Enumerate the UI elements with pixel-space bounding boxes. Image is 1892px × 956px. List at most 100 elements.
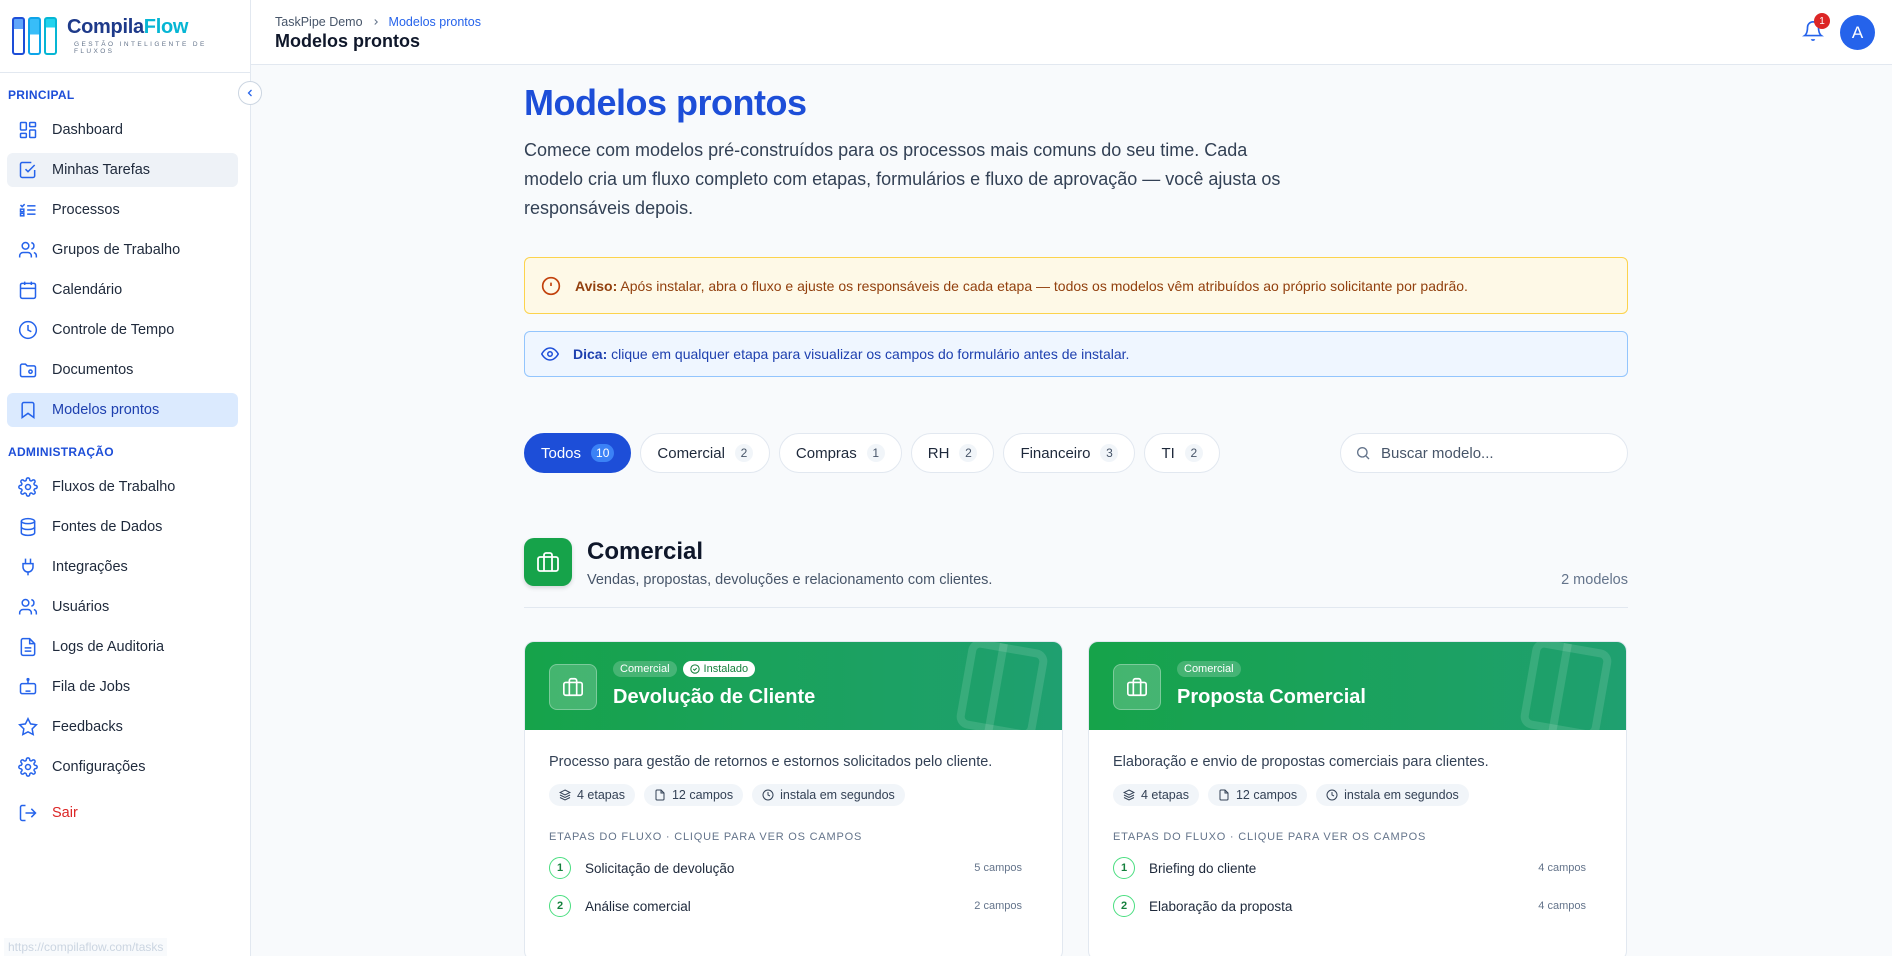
sidebar-item-label: Logs de Auditoria	[52, 639, 165, 655]
file-icon	[655, 789, 665, 801]
filter-financeiro[interactable]: Financeiro 3	[1003, 433, 1136, 473]
sidebar-item-modelos-prontos[interactable]: Modelos prontos	[7, 393, 238, 427]
gear-icon	[18, 477, 38, 497]
step-number: 2	[1113, 895, 1135, 917]
fields-count: 12 campos	[671, 788, 734, 802]
sidebar-item-integracoes[interactable]: Integrações	[7, 550, 238, 584]
database-icon	[20, 517, 36, 537]
breadcrumb: TaskPipe Demo Modelos prontos	[275, 15, 481, 29]
alert-circle-icon	[541, 276, 561, 295]
sidebar-item-controle-tempo[interactable]: Controle de Tempo	[7, 313, 238, 347]
category-tag: Comercial	[1177, 661, 1241, 677]
filter-count: 2	[1184, 444, 1203, 462]
flow-step[interactable]: 2 Elaboração da proposta 4 campos	[1113, 893, 1602, 919]
brand[interactable]: CompilaFlow GESTÃO INTELIGENTE DE FLUXOS	[0, 0, 250, 73]
step-name: Análise comercial	[585, 898, 691, 914]
star-icon	[18, 717, 38, 736]
logout-button[interactable]: Sair	[7, 796, 238, 830]
page-header-title: Modelos prontos	[275, 31, 420, 51]
users-icon	[18, 598, 38, 615]
sidebar-item-label: Configurações	[52, 759, 146, 775]
sidebar-item-usuarios[interactable]: Usuários	[7, 590, 238, 624]
card-description: Processo para gestão de retornos e estor…	[549, 754, 993, 770]
eye-icon	[541, 347, 559, 361]
filter-ti[interactable]: TI 2	[1144, 433, 1220, 473]
avatar[interactable]: A	[1840, 15, 1875, 50]
users-icon	[18, 241, 38, 258]
sidebar-item-feedbacks[interactable]: Feedbacks	[7, 710, 238, 744]
logo-icon	[12, 17, 57, 55]
sidebar-item-logs[interactable]: Logs de Auditoria	[7, 630, 238, 664]
sidebar-item-processos[interactable]: Processos	[7, 193, 238, 227]
filter-label: Todos	[541, 444, 582, 462]
filter-label: Financeiro	[1020, 444, 1091, 462]
filter-label: Comercial	[657, 444, 725, 462]
sidebar-item-label: Fontes de Dados	[52, 519, 163, 535]
sidebar-item-label: Processos	[52, 202, 120, 218]
filter-label: Compras	[795, 444, 857, 462]
notification-badge: 1	[1814, 13, 1830, 29]
sidebar-item-documentos[interactable]: Documentos	[7, 353, 238, 387]
file-icon	[1219, 789, 1229, 801]
step-number: 1	[1113, 857, 1135, 879]
category-count: 2 modelos	[1561, 572, 1628, 588]
sidebar-item-fluxos[interactable]: Fluxos de Trabalho	[7, 470, 238, 504]
filter-label: RH	[927, 444, 950, 462]
installed-badge: Instalado	[682, 661, 756, 677]
flow-label: ETAPAS DO FLUXO · CLIQUE PARA VER OS CAM…	[549, 831, 863, 843]
breadcrumb-current: Modelos prontos	[388, 15, 481, 29]
sidebar-item-label: Controle de Tempo	[52, 322, 175, 338]
breadcrumb-root[interactable]: TaskPipe Demo	[275, 15, 363, 29]
filter-count: 2	[959, 444, 978, 462]
steps-count: 4 etapas	[577, 788, 625, 802]
filter-rh[interactable]: RH 2	[910, 433, 995, 473]
category-tag: Comercial	[613, 661, 677, 677]
step-fields: 4 campos	[1538, 862, 1586, 874]
check-circle-icon	[689, 664, 700, 674]
step-name: Solicitação de devolução	[585, 860, 735, 876]
collapse-sidebar-button[interactable]	[238, 81, 262, 105]
sidebar-item-minhas-tarefas[interactable]: Minhas Tarefas	[7, 153, 238, 187]
filter-count: 2	[734, 444, 753, 462]
brand-tagline: GESTÃO INTELIGENTE DE FLUXOS	[67, 40, 250, 56]
calendar-icon	[19, 281, 37, 300]
card-title: Devolução de Cliente	[613, 686, 816, 708]
sidebar-item-fila-jobs[interactable]: Fila de Jobs	[7, 670, 238, 704]
sidebar-item-label: Feedbacks	[52, 719, 123, 735]
search-input[interactable]	[1381, 444, 1611, 462]
checkbox-icon	[19, 161, 36, 179]
flow-step[interactable]: 2 Análise comercial 2 campos	[549, 893, 1038, 919]
sidebar-item-calendario[interactable]: Calendário	[7, 273, 238, 307]
sidebar-item-fontes-dados[interactable]: Fontes de Dados	[7, 510, 238, 544]
flow-label: ETAPAS DO FLUXO · CLIQUE PARA VER OS CAM…	[1113, 831, 1427, 843]
main-content: Modelos prontos Comece com modelos pré-c…	[524, 65, 1628, 956]
warning-text: Após instalar, abra o fluxo e ajuste os …	[620, 277, 1468, 294]
step-name: Briefing do cliente	[1149, 860, 1257, 876]
clock-icon	[18, 320, 38, 340]
filter-compras[interactable]: Compras 1	[778, 433, 902, 473]
sidebar-item-configuracoes[interactable]: Configurações	[7, 750, 238, 784]
sidebar-item-label: Modelos prontos	[52, 402, 160, 418]
step-number: 2	[549, 895, 571, 917]
briefcase-icon	[1113, 664, 1161, 710]
tip-alert: Dica: clique em qualquer etapa para visu…	[524, 331, 1628, 377]
sidebar-item-label: Fila de Jobs	[52, 679, 131, 695]
flow-step[interactable]: 1 Solicitação de devolução 5 campos	[549, 855, 1038, 881]
filter-comercial[interactable]: Comercial 2	[640, 433, 770, 473]
template-card[interactable]: Comercial Instalado Devolução de Cliente…	[524, 641, 1063, 956]
bookmark-icon	[21, 401, 35, 419]
gear-icon	[18, 757, 38, 777]
sidebar-item-grupos[interactable]: Grupos de Trabalho	[7, 233, 238, 267]
robot-icon	[19, 677, 37, 695]
folder-icon	[19, 363, 37, 378]
install-time-pill: instala em segundos	[1316, 784, 1469, 806]
template-card[interactable]: Comercial Proposta Comercial Elaboração …	[1088, 641, 1627, 956]
briefcase-icon	[524, 538, 572, 586]
flow-step[interactable]: 1 Briefing do cliente 4 campos	[1113, 855, 1602, 881]
card-title: Proposta Comercial	[1177, 686, 1366, 708]
steps-count: 4 etapas	[1141, 788, 1189, 802]
fields-pill: 12 campos	[643, 784, 744, 806]
sidebar-item-dashboard[interactable]: Dashboard	[7, 113, 238, 147]
file-icon	[20, 637, 36, 657]
filter-todos[interactable]: Todos 10	[524, 433, 632, 473]
